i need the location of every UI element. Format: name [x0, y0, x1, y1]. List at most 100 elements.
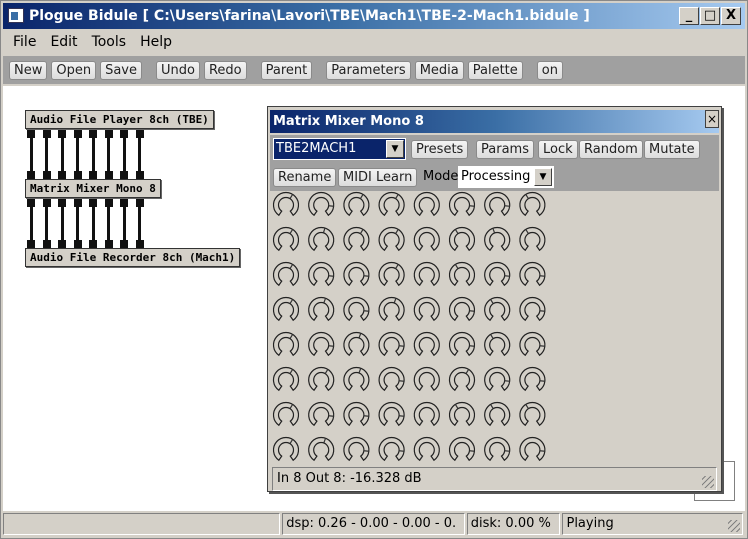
- cable[interactable]: [91, 207, 95, 241]
- cable[interactable]: [29, 138, 33, 172]
- cable[interactable]: [122, 138, 126, 172]
- cable[interactable]: [60, 207, 64, 241]
- node-matrix-mixer[interactable]: Matrix Mixer Mono 8: [25, 179, 161, 198]
- output-pin[interactable]: [73, 199, 82, 207]
- input-pin[interactable]: [42, 171, 51, 179]
- gain-knob[interactable]: [308, 436, 335, 462]
- gain-knob[interactable]: [519, 226, 546, 252]
- cable[interactable]: [45, 207, 48, 241]
- minimize-button[interactable]: _: [679, 7, 699, 25]
- output-pin[interactable]: [27, 199, 35, 207]
- input-pin[interactable]: [73, 240, 82, 248]
- palette-button[interactable]: Palette: [467, 60, 523, 80]
- output-pin[interactable]: [58, 199, 66, 207]
- gain-knob[interactable]: [378, 331, 405, 357]
- menu-edit[interactable]: Edit: [50, 34, 77, 50]
- input-pin[interactable]: [135, 240, 144, 248]
- cable[interactable]: [138, 207, 141, 241]
- gain-knob[interactable]: [519, 296, 546, 322]
- gain-knob[interactable]: [448, 436, 476, 462]
- gain-knob[interactable]: [308, 191, 335, 217]
- gain-knob[interactable]: [378, 261, 405, 287]
- gain-knob[interactable]: [378, 401, 405, 427]
- gain-knob[interactable]: [343, 331, 370, 357]
- undo-button[interactable]: Undo: [156, 60, 200, 80]
- output-pin[interactable]: [120, 199, 128, 207]
- gain-knob[interactable]: [272, 261, 300, 287]
- mixer-title-bar[interactable]: Matrix Mixer Mono 8: [270, 110, 719, 133]
- lock-button[interactable]: Lock: [538, 140, 578, 159]
- presets-button[interactable]: Presets: [411, 140, 469, 159]
- gain-knob[interactable]: [378, 226, 405, 252]
- gain-knob[interactable]: [484, 401, 511, 427]
- gain-knob[interactable]: [272, 366, 300, 392]
- gain-knob[interactable]: [484, 261, 511, 287]
- mutate-button[interactable]: Mutate: [644, 140, 700, 159]
- gain-knob[interactable]: [413, 261, 440, 287]
- cable[interactable]: [107, 207, 110, 241]
- gain-knob[interactable]: [448, 296, 476, 322]
- input-pin[interactable]: [89, 171, 97, 179]
- input-pin[interactable]: [73, 171, 82, 179]
- random-button[interactable]: Random: [579, 140, 643, 159]
- gain-knob[interactable]: [413, 436, 440, 462]
- gain-knob[interactable]: [413, 331, 440, 357]
- gain-knob[interactable]: [448, 401, 476, 427]
- input-pin[interactable]: [120, 171, 128, 179]
- gain-knob[interactable]: [272, 226, 300, 252]
- parent-button[interactable]: Parent: [260, 60, 313, 80]
- gain-knob[interactable]: [448, 331, 476, 357]
- cable[interactable]: [138, 138, 141, 172]
- gain-knob[interactable]: [448, 226, 476, 252]
- output-pin[interactable]: [89, 130, 97, 138]
- gain-knob[interactable]: [448, 366, 476, 392]
- gain-knob[interactable]: [448, 191, 476, 217]
- gain-knob[interactable]: [343, 191, 370, 217]
- gain-knob[interactable]: [519, 261, 546, 287]
- gain-knob[interactable]: [519, 366, 546, 392]
- gain-knob[interactable]: [343, 261, 370, 287]
- input-pin[interactable]: [27, 171, 35, 179]
- gain-knob[interactable]: [308, 261, 335, 287]
- gain-knob[interactable]: [343, 436, 370, 462]
- gain-knob[interactable]: [378, 191, 405, 217]
- gain-knob[interactable]: [308, 296, 335, 322]
- media-button[interactable]: Media: [414, 60, 464, 80]
- cable[interactable]: [29, 207, 33, 241]
- gain-knob[interactable]: [378, 366, 405, 392]
- gain-knob[interactable]: [272, 436, 300, 462]
- cable[interactable]: [45, 138, 48, 172]
- gain-knob[interactable]: [413, 226, 440, 252]
- resize-grip[interactable]: [702, 476, 714, 488]
- cable[interactable]: [107, 138, 110, 172]
- node-audio-file-recorder[interactable]: Audio File Recorder 8ch (Mach1): [25, 248, 241, 267]
- menu-file[interactable]: File: [13, 34, 36, 50]
- input-pin[interactable]: [58, 240, 66, 248]
- gain-knob[interactable]: [519, 331, 546, 357]
- output-pin[interactable]: [42, 130, 51, 138]
- output-pin[interactable]: [104, 130, 113, 138]
- gain-knob[interactable]: [519, 401, 546, 427]
- output-pin[interactable]: [135, 130, 144, 138]
- gain-knob[interactable]: [272, 401, 300, 427]
- cable[interactable]: [91, 138, 95, 172]
- output-pin[interactable]: [89, 199, 97, 207]
- input-pin[interactable]: [104, 240, 113, 248]
- on-button[interactable]: on: [536, 60, 563, 80]
- node-audio-file-player[interactable]: Audio File Player 8ch (TBE): [25, 110, 214, 129]
- params-button[interactable]: Params: [476, 140, 534, 159]
- gain-knob[interactable]: [378, 436, 405, 462]
- gain-knob[interactable]: [413, 191, 440, 217]
- rename-button[interactable]: Rename: [273, 168, 337, 187]
- output-pin[interactable]: [73, 130, 82, 138]
- close-button[interactable]: X: [721, 7, 741, 25]
- gain-knob[interactable]: [484, 191, 511, 217]
- mixer-close-button[interactable]: ×: [705, 110, 719, 128]
- gain-knob[interactable]: [484, 366, 511, 392]
- gain-knob[interactable]: [519, 436, 546, 462]
- resize-grip[interactable]: [728, 520, 740, 532]
- gain-knob[interactable]: [308, 366, 335, 392]
- maximize-button[interactable]: □: [700, 7, 720, 25]
- input-pin[interactable]: [42, 240, 51, 248]
- gain-knob[interactable]: [484, 331, 511, 357]
